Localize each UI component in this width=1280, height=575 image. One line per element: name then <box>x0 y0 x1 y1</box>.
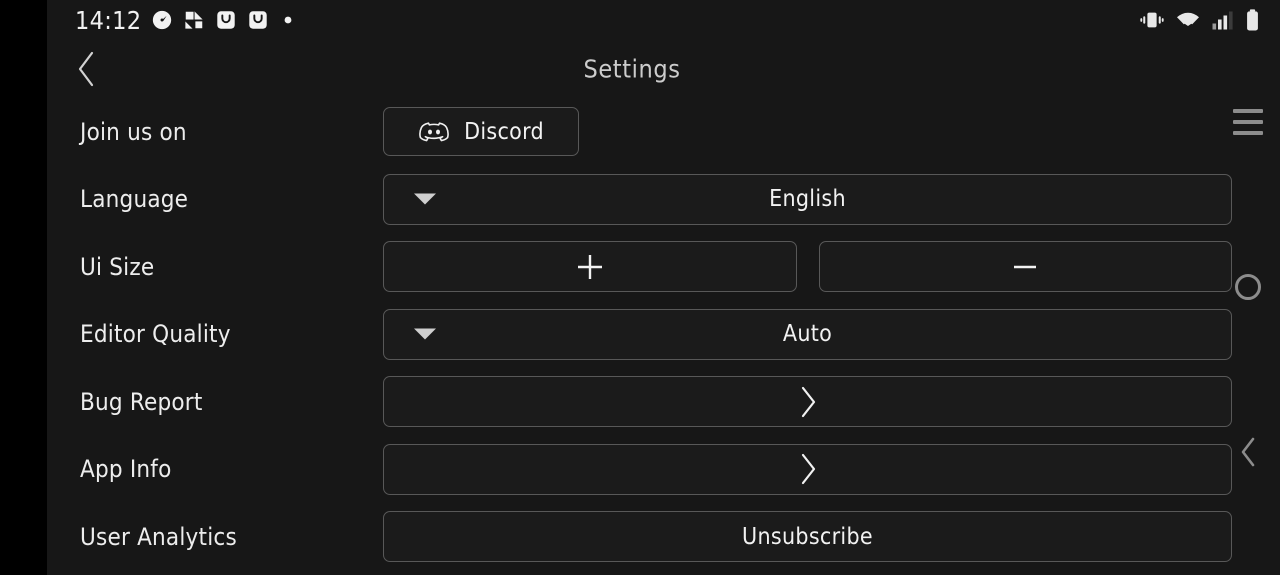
discord-button-label: Discord <box>464 118 544 145</box>
app-info-navigate-button[interactable] <box>383 443 1232 495</box>
discord-link-button[interactable]: Discord <box>383 107 579 157</box>
settings-row-ui-size: Ui Size <box>47 233 1280 301</box>
chevron-right-icon <box>798 452 818 486</box>
row-controls-bug-report <box>383 376 1232 428</box>
speedometer-icon <box>151 9 173 31</box>
chevron-right-icon <box>798 385 818 419</box>
bug-report-navigate-button[interactable] <box>383 376 1232 428</box>
row-controls-user-analytics: Unsubscribe <box>383 511 1232 563</box>
system-menu-button[interactable] <box>1226 100 1270 144</box>
hamburger-menu-icon <box>1233 109 1263 135</box>
app-header: Settings <box>47 40 1280 98</box>
row-controls-editor-quality: Auto <box>383 308 1232 360</box>
hamburger-line <box>1233 131 1263 135</box>
settings-rows: Join us on Discord Language English Ui S… <box>47 98 1280 571</box>
dot-indicator-icon <box>283 15 293 25</box>
unsubscribe-button[interactable]: Unsubscribe <box>383 511 1232 563</box>
hamburger-line <box>1233 120 1263 124</box>
editor-quality-dropdown[interactable]: Auto <box>383 308 1232 360</box>
language-dropdown[interactable]: English <box>383 173 1232 225</box>
row-controls-app-info <box>383 443 1232 495</box>
row-controls-language: English <box>383 173 1232 225</box>
system-back-button[interactable] <box>1226 430 1270 474</box>
app-surface: 14:12 Settings Join us on Discord Langua… <box>47 0 1280 575</box>
page-title: Settings <box>583 54 681 84</box>
shopping-bag-icon-2 <box>247 9 269 31</box>
system-navigation-bar <box>1220 0 1280 575</box>
row-label-ui-size: Ui Size <box>80 252 155 281</box>
status-bar: 14:12 <box>47 0 1280 40</box>
caret-down-icon <box>414 193 436 205</box>
row-label-user-analytics: User Analytics <box>80 522 237 551</box>
hamburger-line <box>1233 109 1263 113</box>
ui-size-increase-button[interactable] <box>383 241 797 293</box>
row-label-bug-report: Bug Report <box>80 387 203 416</box>
settings-row-app-info: App Info <box>47 436 1280 504</box>
plus-icon <box>575 252 605 282</box>
vibrate-icon <box>1140 10 1164 30</box>
settings-row-join-us-on: Join us on Discord <box>47 98 1280 166</box>
chevron-left-icon <box>1241 437 1255 467</box>
unsubscribe-button-label: Unsubscribe <box>742 523 873 550</box>
app-badge-icon <box>183 9 205 31</box>
wifi-icon <box>1176 11 1200 30</box>
row-controls-join-us-on: Discord <box>383 107 1232 157</box>
row-label-editor-quality: Editor Quality <box>80 320 231 349</box>
settings-row-bug-report: Bug Report <box>47 368 1280 436</box>
screen: 14:12 Settings Join us on Discord Langua… <box>0 0 1280 575</box>
row-controls-ui-size <box>383 241 1232 293</box>
settings-row-editor-quality: Editor Quality Auto <box>47 301 1280 369</box>
row-label-join-us-on: Join us on <box>80 117 187 146</box>
settings-row-user-analytics: User Analytics Unsubscribe <box>47 503 1280 571</box>
shopping-bag-icon <box>215 9 237 31</box>
system-home-button[interactable] <box>1226 265 1270 309</box>
status-bar-left-group: 14:12 <box>75 8 293 33</box>
row-label-language: Language <box>80 185 189 214</box>
ui-size-decrease-button[interactable] <box>818 241 1232 293</box>
status-clock: 14:12 <box>75 5 142 35</box>
minus-icon <box>1010 252 1040 282</box>
left-black-bezel <box>0 0 47 575</box>
row-label-app-info: App Info <box>80 455 172 484</box>
editor-quality-dropdown-value: Auto <box>782 321 833 348</box>
language-dropdown-value: English <box>769 186 846 213</box>
home-circle-icon <box>1235 274 1261 300</box>
discord-logo-icon <box>418 119 450 144</box>
caret-down-icon <box>414 328 436 340</box>
settings-row-language: Language English <box>47 166 1280 234</box>
